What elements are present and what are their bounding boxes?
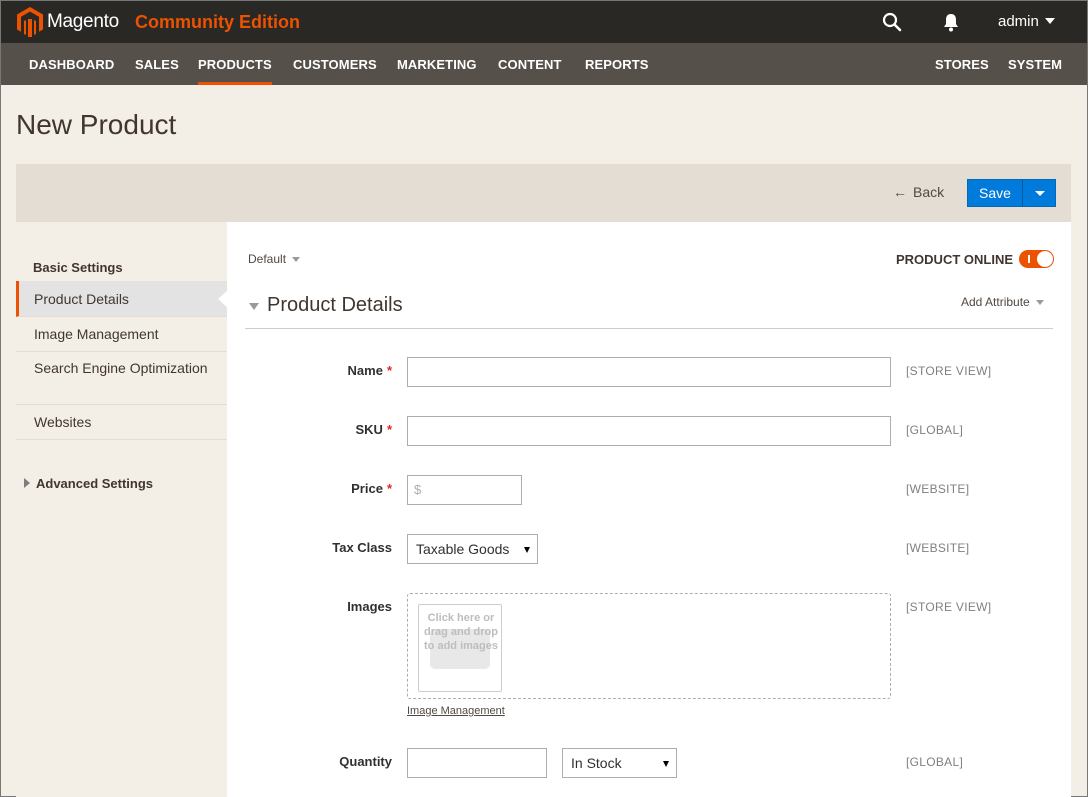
nav-content[interactable]: CONTENT — [498, 57, 562, 72]
search-icon[interactable] — [882, 12, 902, 32]
back-label: Back — [913, 184, 945, 200]
admin-username: admin — [998, 13, 1039, 30]
main-navigation: DASHBOARD SALES PRODUCTS CUSTOMERS MARKE… — [1, 43, 1087, 85]
notifications-bell-icon[interactable] — [941, 12, 961, 32]
nav-system[interactable]: SYSTEM — [1008, 57, 1062, 72]
nav-sales[interactable]: SALES — [135, 57, 179, 72]
image-management-link[interactable]: Image Management — [407, 705, 505, 717]
price-label-text: Price — [351, 481, 383, 496]
price-scope: [WEBSITE] — [906, 482, 970, 496]
price-label: Price * — [232, 481, 392, 496]
page-title: New Product — [16, 109, 177, 140]
chevron-down-icon — [1044, 18, 1055, 24]
product-online-label: PRODUCT ONLINE — [896, 252, 1013, 267]
sidebar-item-image-management[interactable]: Image Management — [16, 317, 227, 352]
advanced-settings-toggle[interactable]: Advanced Settings — [24, 476, 153, 491]
stock-status-select[interactable]: In Stock — [562, 748, 677, 778]
edition-label: Community Edition — [135, 12, 300, 32]
image-dropzone[interactable]: Click here or drag and drop to add image… — [407, 593, 891, 699]
tax-class-scope: [WEBSITE] — [906, 541, 970, 555]
images-label: Images — [347, 599, 392, 614]
store-view-switcher[interactable]: Default — [248, 252, 301, 266]
chevron-down-icon — [663, 761, 669, 767]
section-divider — [245, 328, 1053, 329]
stock-status-value: In Stock — [571, 755, 622, 771]
page-actions-bar: ← Back Save — [16, 164, 1071, 222]
nav-dashboard[interactable]: DASHBOARD — [29, 57, 114, 72]
basic-settings-heading: Basic Settings — [33, 260, 123, 275]
name-scope: [STORE VIEW] — [906, 364, 992, 378]
nav-products[interactable]: PRODUCTS — [198, 57, 272, 85]
sidebar-item-websites[interactable]: Websites — [16, 405, 227, 440]
quantity-input[interactable] — [407, 748, 547, 778]
top-header: Magento Community Edition admin — [1, 1, 1087, 43]
tax-class-value: Taxable Goods — [416, 541, 510, 557]
quantity-label: Quantity — [339, 754, 392, 769]
toggle-knob — [1037, 251, 1053, 267]
product-form: Basic Settings Product Details Image Man… — [16, 222, 1071, 797]
required-asterisk: * — [386, 481, 392, 496]
save-options-toggle[interactable] — [1022, 179, 1056, 207]
quantity-scope: [GLOBAL] — [906, 755, 964, 769]
name-label: Name * — [232, 363, 392, 378]
back-button[interactable]: ← Back — [893, 184, 944, 200]
nav-marketing[interactable]: MARKETING — [397, 57, 477, 72]
nav-stores[interactable]: STORES — [935, 57, 989, 72]
tax-class-label: Tax Class — [332, 540, 392, 555]
save-button[interactable]: Save — [967, 179, 1023, 207]
sku-label: SKU * — [232, 422, 392, 437]
images-scope: [STORE VIEW] — [906, 600, 992, 614]
chevron-down-icon — [292, 257, 301, 262]
sku-scope: [GLOBAL] — [906, 423, 964, 437]
add-attribute-label: Add Attribute — [961, 295, 1030, 309]
triangle-right-icon — [24, 478, 30, 488]
admin-user-menu[interactable]: admin — [998, 13, 1055, 30]
nav-customers[interactable]: CUSTOMERS — [293, 57, 377, 72]
section-title[interactable]: Product Details — [267, 294, 403, 317]
tax-class-select[interactable]: Taxable Goods — [407, 534, 538, 564]
toggle-on-indicator — [1028, 255, 1030, 263]
chevron-down-icon — [1035, 191, 1045, 196]
sidebar-item-product-details[interactable]: Product Details — [16, 281, 228, 317]
arrow-left-icon: ← — [893, 184, 907, 200]
sku-label-text: SKU — [355, 422, 383, 437]
product-online-toggle[interactable] — [1019, 250, 1054, 268]
required-asterisk: * — [386, 422, 392, 437]
name-input[interactable] — [407, 357, 891, 387]
brand-name: Magento — [47, 11, 119, 32]
advanced-settings-label: Advanced Settings — [36, 476, 154, 491]
magento-logo-icon[interactable] — [17, 7, 43, 37]
price-input[interactable]: $ — [407, 475, 522, 505]
add-attribute-button[interactable]: Add Attribute — [961, 295, 1044, 309]
settings-sidebar: Basic Settings Product Details Image Man… — [16, 222, 228, 797]
required-asterisk: * — [386, 363, 392, 378]
collapse-triangle-icon[interactable] — [249, 303, 259, 310]
currency-prefix: $ — [414, 482, 422, 497]
name-label-text: Name — [347, 363, 383, 378]
sku-input[interactable] — [407, 416, 891, 446]
sidebar-item-seo[interactable]: Search Engine Optimization — [16, 352, 227, 405]
upload-instructions: Click here or drag and drop to add image… — [424, 612, 498, 652]
store-view-label: Default — [248, 252, 287, 266]
image-upload-tile[interactable]: Click here or drag and drop to add image… — [418, 604, 502, 692]
nav-reports[interactable]: REPORTS — [585, 57, 649, 72]
chevron-down-icon — [1035, 300, 1044, 305]
chevron-down-icon — [524, 547, 530, 553]
